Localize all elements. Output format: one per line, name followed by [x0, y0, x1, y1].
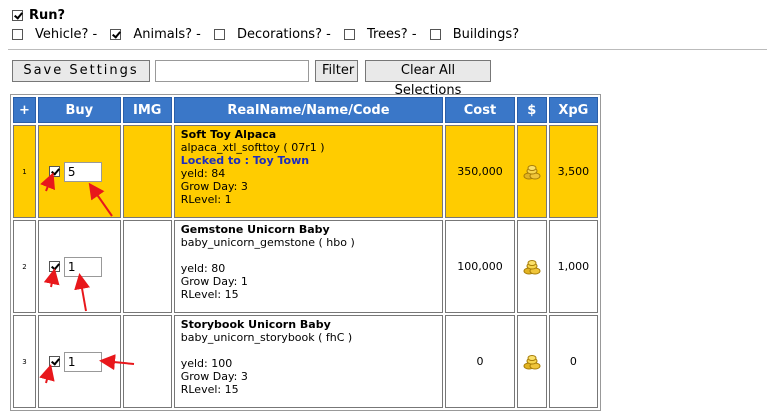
currency-cell: [516, 315, 547, 408]
table-row: 3 1 Storybook Unicorn Baby baby_unicorn_…: [13, 315, 598, 408]
buy-cell: 5: [37, 125, 121, 218]
buy-cell: 1: [37, 220, 121, 313]
run-checkbox[interactable]: [12, 10, 23, 21]
quantity-input[interactable]: 1: [63, 351, 102, 372]
header-name[interactable]: RealName/Name/Code: [173, 97, 444, 123]
item-info: Storybook Unicorn Baby baby_unicorn_stor…: [173, 315, 444, 408]
buildings-label: Buildings?: [452, 27, 520, 42]
currency-cell: [516, 220, 547, 313]
vehicle-label: Vehicle? -: [35, 27, 98, 42]
run-label: Run?: [29, 8, 66, 23]
item-cost: 100,000: [445, 220, 515, 313]
category-filters: Vehicle? - Animals? - Decorations? - Tre…: [12, 27, 528, 42]
filter-input[interactable]: [155, 60, 309, 82]
buy-checkbox[interactable]: [48, 261, 60, 272]
row-index: 3: [13, 315, 36, 408]
filter-button[interactable]: Filter: [315, 60, 358, 82]
buy-cell: 1: [37, 315, 121, 408]
save-settings-button[interactable]: Save Settings: [12, 60, 150, 82]
quantity-input[interactable]: 5: [63, 161, 102, 182]
item-yield: yeld: 84: [180, 167, 226, 180]
trees-label: Trees? -: [366, 27, 417, 42]
image-cell: [122, 125, 172, 218]
animals-label: Animals? -: [133, 27, 201, 42]
item-locked: Locked to : Toy Town: [180, 154, 310, 167]
item-rlevel: RLevel: 1: [180, 193, 232, 206]
item-grow-day: Grow Day: 3: [180, 370, 248, 383]
item-real-name: Gemstone Unicorn Baby: [180, 223, 330, 236]
filter-trees[interactable]: Trees? -: [343, 27, 417, 42]
buy-checkbox[interactable]: [48, 166, 60, 177]
coins-icon: [523, 259, 541, 274]
divider: [8, 49, 767, 50]
decorations-label: Decorations? -: [236, 27, 331, 42]
table-header-row: + Buy IMG RealName/Name/Code Cost $ XpG: [13, 97, 598, 123]
item-yield: yeld: 80: [180, 262, 226, 275]
run-row: Run?: [12, 8, 65, 23]
row-index: 1: [13, 125, 36, 218]
filter-vehicle[interactable]: Vehicle? -: [12, 27, 97, 42]
buy-checkbox[interactable]: [48, 356, 60, 367]
animals-checkbox[interactable]: [110, 29, 122, 40]
items-table: + Buy IMG RealName/Name/Code Cost $ XpG …: [10, 94, 601, 411]
quantity-input[interactable]: 1: [63, 256, 102, 277]
row-index: 2: [13, 220, 36, 313]
filter-buildings[interactable]: Buildings?: [429, 27, 520, 42]
header-plus[interactable]: +: [13, 97, 36, 123]
clear-all-selections-button[interactable]: Clear All Selections: [365, 60, 491, 98]
item-real-name: Soft Toy Alpaca: [180, 128, 277, 141]
header-cost[interactable]: Cost: [445, 97, 515, 123]
item-xpg: 0: [548, 315, 598, 408]
header-currency[interactable]: $: [516, 97, 547, 123]
table-row: 2 1 Gemstone Unicorn Baby baby_unicorn_g…: [13, 220, 598, 313]
item-grow-day: Grow Day: 3: [180, 180, 248, 193]
filter-animals[interactable]: Animals? -: [110, 27, 201, 42]
image-cell: [122, 315, 172, 408]
item-code: alpaca_xtl_softtoy ( 07r1 ): [180, 141, 325, 154]
item-grow-day: Grow Day: 1: [180, 275, 248, 288]
item-rlevel: RLevel: 15: [180, 288, 239, 301]
item-code: baby_unicorn_gemstone ( hbo ): [180, 236, 355, 249]
header-img[interactable]: IMG: [122, 97, 172, 123]
item-xpg: 1,000: [548, 220, 598, 313]
item-rlevel: RLevel: 15: [180, 383, 239, 396]
trees-checkbox[interactable]: [343, 29, 355, 40]
header-xpg[interactable]: XpG: [548, 97, 598, 123]
item-yield: yeld: 100: [180, 357, 233, 370]
item-info: Soft Toy Alpaca alpaca_xtl_softtoy ( 07r…: [173, 125, 444, 218]
item-cost: 0: [445, 315, 515, 408]
currency-cell: [516, 125, 547, 218]
coins-icon: [523, 164, 541, 179]
item-info: Gemstone Unicorn Baby baby_unicorn_gemst…: [173, 220, 444, 313]
image-cell: [122, 220, 172, 313]
item-cost: 350,000: [445, 125, 515, 218]
item-xpg: 3,500: [548, 125, 598, 218]
coins-icon: [523, 354, 541, 369]
vehicle-checkbox[interactable]: [12, 29, 23, 40]
item-real-name: Storybook Unicorn Baby: [180, 318, 331, 331]
filter-decorations[interactable]: Decorations? -: [213, 27, 331, 42]
buildings-checkbox[interactable]: [429, 29, 441, 40]
decorations-checkbox[interactable]: [213, 29, 225, 40]
item-code: baby_unicorn_storybook ( fhC ): [180, 331, 353, 344]
header-buy[interactable]: Buy: [37, 97, 121, 123]
table-row: 1 5 Soft Toy Alpaca alpaca_xtl_softtoy (…: [13, 125, 598, 218]
